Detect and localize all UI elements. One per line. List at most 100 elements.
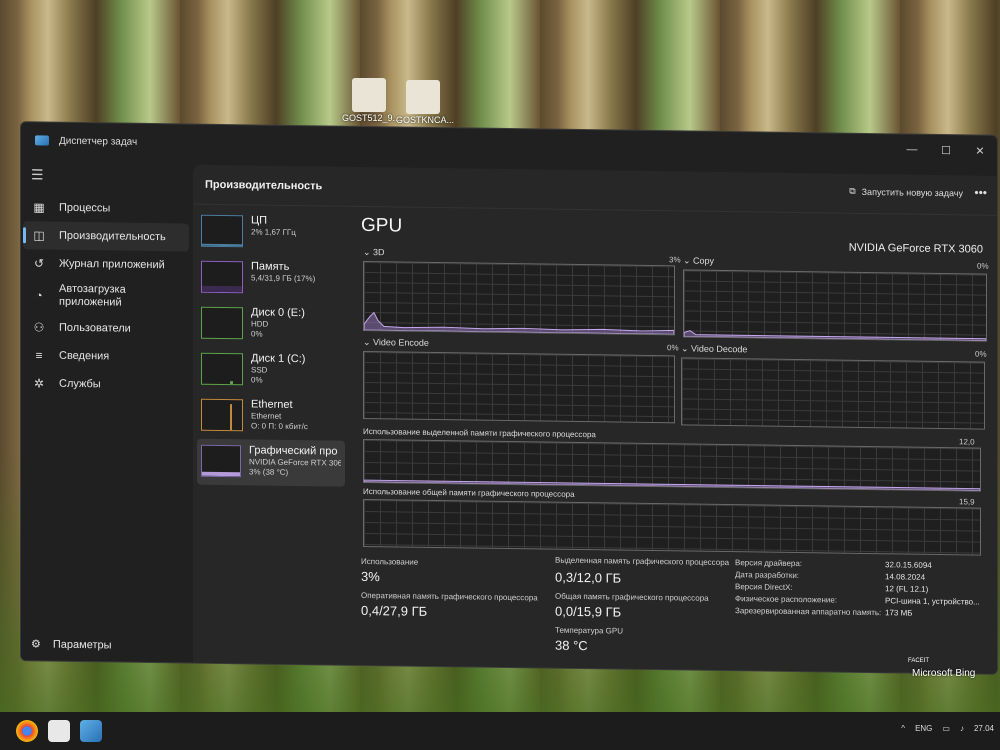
directx-version-label: Версия DirectX: <box>735 582 793 592</box>
driver-date-value: 14.08.2024 <box>885 572 926 582</box>
graph-copy-line <box>684 330 986 341</box>
sidebar-item-users[interactable]: ⚇ Пользователи <box>23 313 189 343</box>
gpu-ram-label: Оперативная память графического процессо… <box>361 590 538 603</box>
gpu-thumbnail-graph <box>201 444 241 478</box>
network-icon[interactable]: ▭ <box>942 724 950 733</box>
chevron-up-icon[interactable]: ^ <box>901 724 905 733</box>
graph-pct-video-decode: 0% <box>975 349 987 359</box>
sidebar-item-label: Автозагрузка приложений <box>59 282 126 309</box>
sidebar-item-label: Службы <box>59 377 101 391</box>
shared-memory-label: Общая память графического процессора <box>555 591 709 603</box>
graph-video-encode <box>363 350 675 424</box>
chart-icon: ◫ <box>33 228 45 243</box>
usage-label: Использование <box>361 556 419 567</box>
graph-label-video-encode[interactable]: ⌄ Video Encode <box>363 337 429 349</box>
perf-item-memory[interactable]: Память 5,4/31,9 ГБ (17%) <box>197 255 345 303</box>
graph-pct-copy: 0% <box>977 261 989 271</box>
gear-icon: ⚙ <box>31 638 41 651</box>
physical-location-value: PCI-шина 1, устройство... <box>885 596 980 607</box>
perf-item-value: О: 0 П: 0 кбит/с <box>251 421 308 432</box>
window-title: Диспетчер задач <box>59 135 138 148</box>
task-manager-taskbar-icon[interactable] <box>80 720 102 742</box>
driver-date-label: Дата разработки: <box>735 570 800 581</box>
perf-item-gpu[interactable]: Графический про NVIDIA GeForce RTX 3060 … <box>197 438 345 487</box>
desktop-file-label: GOST512_9... <box>342 113 401 123</box>
driver-version-label: Версия драйвера: <box>735 558 803 569</box>
gpu-ram-value: 0,4/27,9 ГБ <box>361 602 428 619</box>
maximize-button[interactable]: ☐ <box>929 135 963 165</box>
graph-dedicated-memory <box>363 438 981 492</box>
physical-location-label: Физическое расположение: <box>735 594 837 605</box>
sidebar-item-label: Процессы <box>59 201 111 215</box>
graph-label-3d[interactable]: ⌄ 3D <box>363 247 385 258</box>
graph-copy <box>683 269 987 342</box>
performance-list: ЦП 2% 1,67 ГГц Память 5,4/31,9 ГБ (17%) … <box>197 209 345 487</box>
gpu-panel: GPU NVIDIA GeForce RTX 3060 ⌄ 3D 3% ⌄ Co… <box>361 211 989 675</box>
perf-item-ethernet[interactable]: Ethernet Ethernet О: 0 П: 0 кбит/с <box>197 393 345 441</box>
perf-item-disk0[interactable]: Диск 0 (E:) HDD 0% <box>197 301 345 349</box>
sidebar-item-details[interactable]: ≡ Сведения <box>23 341 189 371</box>
disk1-thumbnail-graph <box>201 352 243 386</box>
graph-pct-video-encode: 0% <box>667 343 679 353</box>
settings-button[interactable]: ⚙ Параметры <box>31 637 112 651</box>
graph-3d <box>363 260 675 336</box>
perf-item-value: 0% <box>251 375 263 385</box>
perf-item-title: Ethernet <box>251 398 293 411</box>
sidebar-item-startup[interactable]: ◔ Автозагрузка приложений <box>23 277 189 315</box>
graph-label-copy[interactable]: ⌄ Copy <box>683 255 714 266</box>
history-icon: ↺ <box>33 256 45 271</box>
dedicated-memory-label: Выделенная память графического процессор… <box>555 555 730 568</box>
window-controls: — ☐ ✕ <box>895 134 997 165</box>
sidebar-item-performance[interactable]: ◫ Производительность <box>23 221 189 252</box>
sidebar-item-services[interactable]: ✲ Службы <box>23 369 189 399</box>
task-manager-window: Диспетчер задач — ☐ ✕ ☰ ▦ Процессы ◫ Про… <box>20 121 998 675</box>
disk0-thumbnail-graph <box>201 306 243 340</box>
gpu-stats: Использование 3% Оперативная память граф… <box>361 555 983 675</box>
graph-label-shared-memory: Использование общей памяти графического … <box>363 486 575 499</box>
system-tray: ^ ENG ▭ ♪ 27.04 <box>901 724 994 733</box>
desktop-file-label: GOSTKNCA... <box>396 115 455 125</box>
file-icon[interactable] <box>48 720 70 742</box>
graph-video-decode <box>681 357 985 430</box>
new-task-icon: ⧉ <box>849 185 856 196</box>
perf-item-cpu[interactable]: ЦП 2% 1,67 ГГц <box>197 209 345 257</box>
clock-date[interactable]: 27.04 <box>974 724 994 733</box>
sidebar-item-processes[interactable]: ▦ Процессы <box>23 193 189 223</box>
cpu-thumbnail-graph <box>201 214 243 248</box>
hamburger-menu-icon[interactable]: ☰ <box>21 158 193 193</box>
volume-icon[interactable]: ♪ <box>960 724 964 733</box>
perf-item-disk1[interactable]: Диск 1 (C:) SSD 0% <box>197 347 345 395</box>
ethernet-thumbnail-graph <box>201 398 243 432</box>
taskbar: ^ ENG ▭ ♪ 27.04 <box>0 712 1000 750</box>
sidebar-item-app-history[interactable]: ↺ Журнал приложений <box>23 249 189 279</box>
users-icon: ⚇ <box>33 320 45 335</box>
sidebar: ☰ ▦ Процессы ◫ Производительность ↺ Журн… <box>21 158 193 662</box>
minimize-button[interactable]: — <box>895 134 929 164</box>
perf-item-title: Диск 0 (E:) <box>251 306 305 320</box>
puzzle-icon: ✲ <box>33 376 45 391</box>
perf-item-title: ЦП <box>251 214 268 227</box>
dedicated-memory-value: 0,3/12,0 ГБ <box>555 569 622 586</box>
bing-watermark: Microsoft Bing <box>912 668 976 679</box>
gpu-heading: GPU <box>361 214 403 237</box>
perf-item-value: 3% (38 °C) <box>249 467 289 477</box>
close-button[interactable]: ✕ <box>963 135 997 165</box>
chrome-icon[interactable] <box>16 720 38 742</box>
reserved-memory-label: Зарезервированная аппаратно память: <box>735 606 882 618</box>
desktop-file-icon[interactable] <box>406 80 440 114</box>
language-indicator[interactable]: ENG <box>915 724 932 733</box>
shared-memory-value: 0,0/15,9 ГБ <box>555 603 622 620</box>
settings-label: Параметры <box>52 638 112 651</box>
run-new-task-button[interactable]: ⧉ Запустить новую задачу <box>849 186 963 199</box>
graph-label-video-decode[interactable]: ⌄ Video Decode <box>681 343 747 355</box>
graph-shared-memory <box>363 498 981 556</box>
grid-icon: ▦ <box>33 200 45 215</box>
facet-label: FACEIT <box>908 658 930 664</box>
run-new-task-label: Запустить новую задачу <box>861 186 963 198</box>
list-icon: ≡ <box>35 348 43 363</box>
reserved-memory-value: 173 МБ <box>885 608 913 618</box>
sidebar-item-label: Производительность <box>59 229 166 244</box>
task-manager-icon <box>35 135 49 146</box>
more-options-button[interactable]: ••• <box>974 185 987 199</box>
desktop-file-icon[interactable] <box>352 78 386 112</box>
